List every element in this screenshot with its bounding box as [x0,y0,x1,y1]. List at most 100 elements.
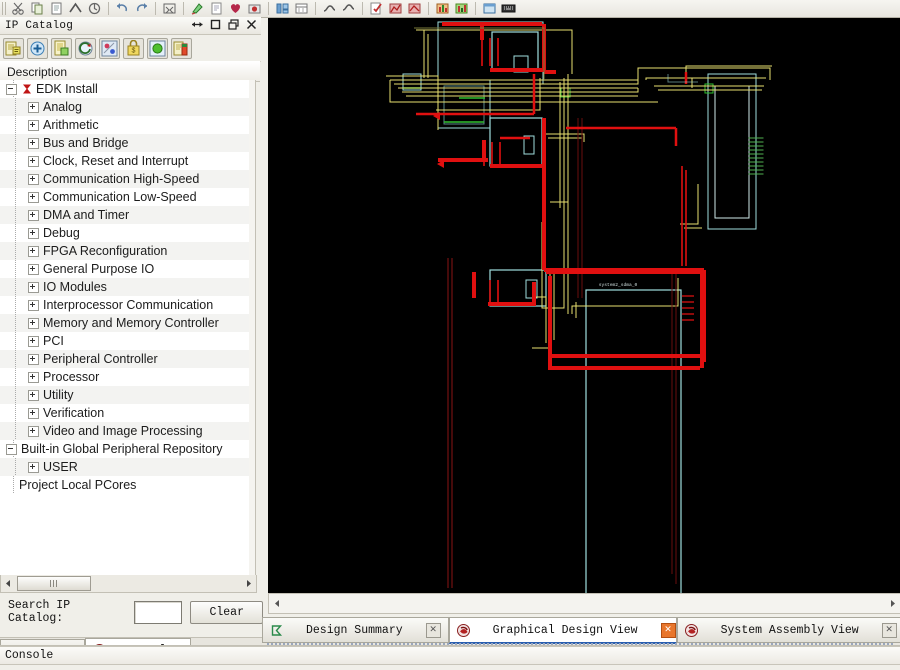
tree-item-io-modules[interactable]: IO Modules [0,278,255,296]
tree-item-arithmetic[interactable]: Arithmetic [0,116,255,134]
calendar-icon[interactable] [293,1,310,16]
collapse-icon[interactable] [6,443,17,455]
chart-red-icon[interactable] [387,1,404,16]
redo-icon[interactable] [133,1,150,16]
expand-icon[interactable] [28,317,39,329]
curve2-icon[interactable] [340,1,357,16]
expand-icon[interactable] [28,335,39,347]
undo-icon[interactable] [114,1,131,16]
refresh-icon[interactable] [86,1,103,16]
license-icon[interactable]: $ [123,37,144,59]
copy-icon[interactable] [29,1,46,16]
expand-icon[interactable] [28,371,39,383]
tree-item-clock-reset-and-interrupt[interactable]: Clock, Reset and Interrupt [0,152,255,170]
align-icon[interactable] [274,1,291,16]
clear-button[interactable]: Clear [190,600,263,624]
window-icon[interactable] [481,1,498,16]
expand-icon[interactable] [28,137,39,149]
expand-icon[interactable] [28,299,39,311]
bar-chart-icon[interactable] [434,1,451,16]
restore-button[interactable] [227,18,240,31]
heart-icon[interactable] [227,1,244,16]
close-icon[interactable]: ✕ [425,622,441,638]
expand-icon[interactable] [28,173,39,185]
find-icon[interactable] [161,1,178,16]
tree-vertical-scrollbar[interactable] [249,80,255,575]
expand-icon[interactable] [28,155,39,167]
highlight-icon[interactable] [189,1,206,16]
tree-item-built-in-global-peripheral-repository[interactable]: Built-in Global Peripheral Repository [0,440,255,458]
expand-icon[interactable] [28,245,39,257]
ip-settings-icon[interactable] [99,37,120,59]
expand-icon[interactable] [28,263,39,275]
keyboard-icon[interactable] [500,1,517,16]
tab-design-summary[interactable]: Design Summary ✕ [262,617,449,643]
toolbar-grip[interactable] [2,2,7,15]
check-doc-icon[interactable] [368,1,385,16]
tree-item-utility[interactable]: Utility [0,386,255,404]
ip-info-icon[interactable] [171,37,192,59]
update-icon[interactable] [147,37,168,59]
tree-item-general-purpose-io[interactable]: General Purpose IO [0,260,255,278]
tree-item-memory-and-memory-controller[interactable]: Memory and Memory Controller [0,314,255,332]
camera-icon[interactable] [246,1,263,16]
tree-item-communication-high-speed[interactable]: Communication High-Speed [0,170,255,188]
expand-icon[interactable] [28,191,39,203]
tree-item-label: Video and Image Processing [43,424,203,438]
chart-red2-icon[interactable] [406,1,423,16]
expand-icon[interactable] [28,353,39,365]
tree-item-pci[interactable]: PCI [0,332,255,350]
graphical-design-canvas[interactable]: system2_sdma_0 [268,18,900,593]
bar-chart2-icon[interactable] [453,1,470,16]
curve-icon[interactable] [321,1,338,16]
expand-icon[interactable] [28,101,39,113]
tree-item-verification[interactable]: Verification [0,404,255,422]
refresh-catalog-icon[interactable] [75,37,96,59]
tree-item-analog[interactable]: Analog [0,98,255,116]
tab-system-assembly-view[interactable]: System Assembly View ✕ [676,617,900,643]
expand-icon[interactable] [28,425,39,437]
tree-item-interprocessor-communication[interactable]: Interprocessor Communication [0,296,255,314]
expand-icon[interactable] [28,461,39,473]
tree-item-bus-and-bridge[interactable]: Bus and Bridge [0,134,255,152]
tree-item-debug[interactable]: Debug [0,224,255,242]
collapse-icon[interactable] [6,83,17,95]
close-icon[interactable]: ✕ [881,622,897,638]
expand-icon[interactable] [28,209,39,221]
expand-icon[interactable] [28,407,39,419]
expand-icon[interactable] [28,119,39,131]
ip-catalog-tree[interactable]: EDK Install Analog Arithmetic Bus and Bridg… [0,80,256,575]
canvas-horizontal-scrollbar[interactable] [268,593,900,614]
expand-icon[interactable] [28,389,39,401]
scrollbar-thumb[interactable] [17,576,91,591]
tree-item-edk-install[interactable]: EDK Install [0,80,255,98]
scroll-right-icon[interactable] [242,576,256,591]
expand-icon[interactable] [28,227,39,239]
tree-item-peripheral-controller[interactable]: Peripheral Controller [0,350,255,368]
document-icon[interactable] [208,1,225,16]
scroll-left-icon[interactable] [1,576,15,591]
expand-icon[interactable] [28,281,39,293]
tree-item-communication-low-speed[interactable]: Communication Low-Speed [0,188,255,206]
maximize-button[interactable] [209,18,222,31]
add-core-icon[interactable] [27,37,48,59]
tree-item-processor[interactable]: Processor [0,368,255,386]
add-ip-icon[interactable] [3,37,24,59]
tree-item-video-and-image-processing[interactable]: Video and Image Processing [0,422,255,440]
canvas-scroll-right-icon[interactable] [885,599,900,608]
tree-item-dma-and-timer[interactable]: DMA and Timer [0,206,255,224]
up-arrow-icon[interactable] [67,1,84,16]
tree-item-user[interactable]: USER [0,458,255,476]
view-ip-icon[interactable] [51,37,72,59]
search-input[interactable] [134,600,183,624]
canvas-scroll-left-icon[interactable] [269,599,285,608]
cut-icon[interactable] [10,1,27,16]
tree-horizontal-scrollbar[interactable] [0,575,257,593]
tree-item-project-local-pcores[interactable]: Project Local PCores [0,476,255,494]
tree-item-fpga-reconfiguration[interactable]: FPGA Reconfiguration [0,242,255,260]
close-icon[interactable]: ✕ [660,622,676,638]
close-button[interactable] [245,18,258,31]
paste-icon[interactable] [48,1,65,16]
tab-graphical-design-view[interactable]: Graphical Design View ✕ [448,617,677,644]
resize-horizontal-button[interactable] [191,18,204,31]
